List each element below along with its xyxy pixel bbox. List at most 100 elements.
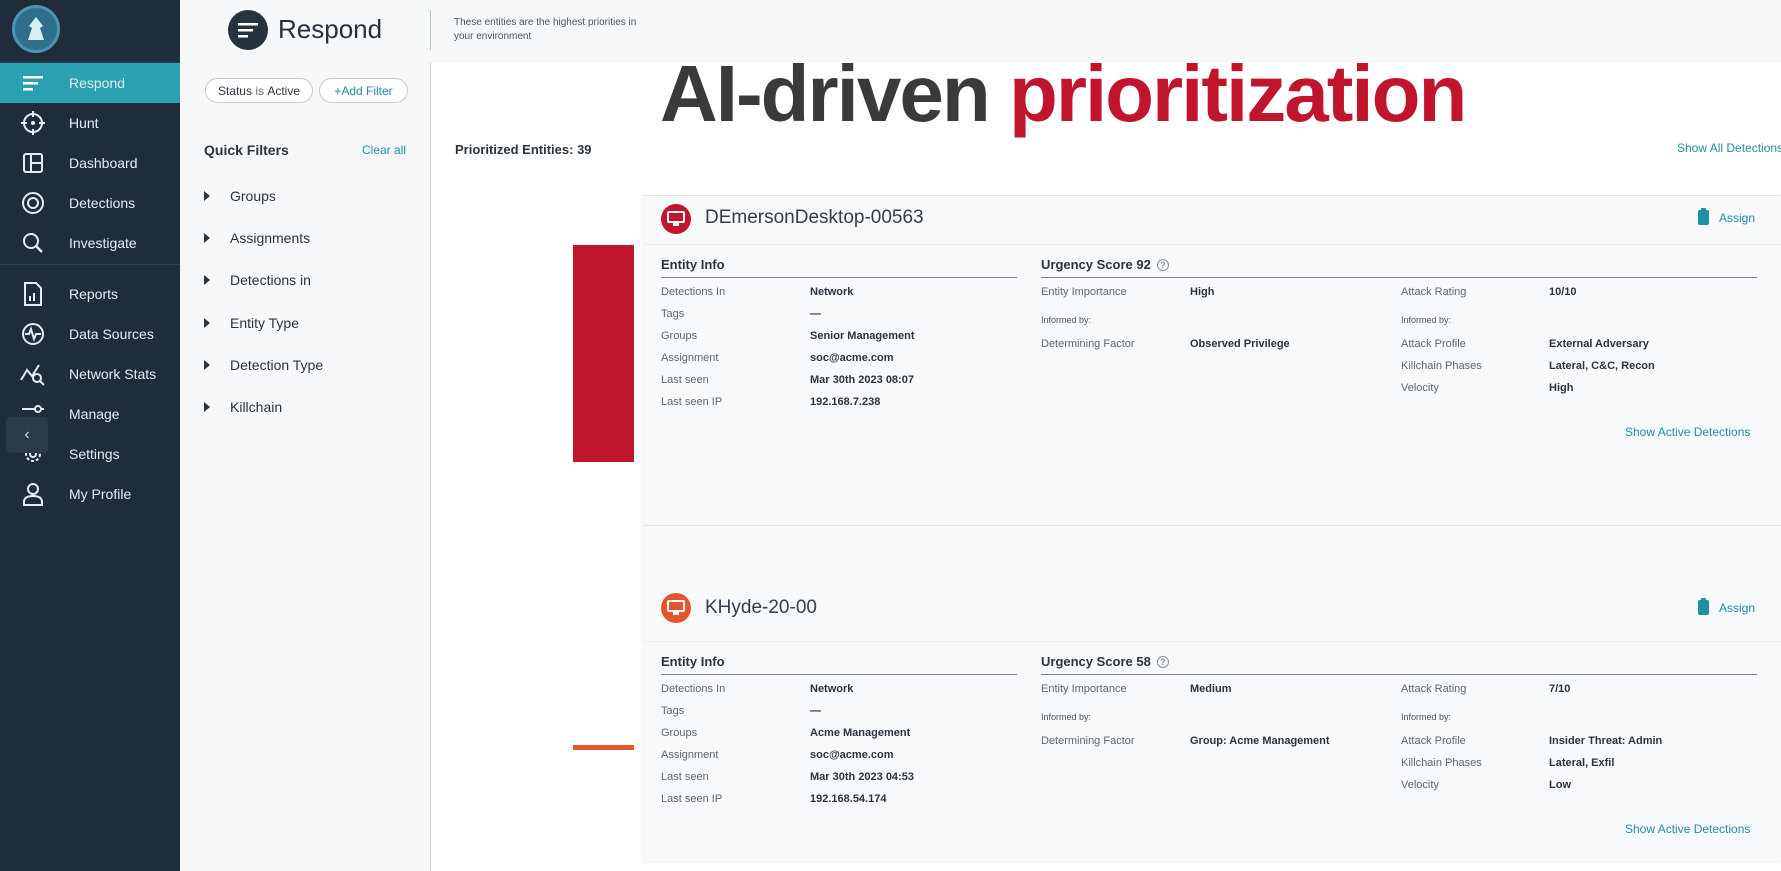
page-title: Respond [278,14,383,44]
show-active-detections-link[interactable]: Show Active Detections [1625,822,1750,836]
clear-all-link[interactable]: Clear all [362,143,406,157]
info-key: Tags [661,308,685,320]
info-value: 192.168.54.174 [810,793,887,805]
urgency-score-title: Urgency Score 92? [1041,257,1169,272]
informed-by-label: Informed by: [1401,712,1452,722]
caret-right-icon [204,360,210,370]
collapse-sidebar-button[interactable]: ‹ [6,417,48,453]
filters-panel: Status is Active +Add Filter Quick Filte… [180,62,430,871]
sidebar-item-my-profile[interactable]: My Profile [0,474,180,514]
assign-button[interactable]: Assign [1697,598,1755,615]
section-divider [1041,277,1757,278]
informed-by-label: Informed by: [1041,315,1092,325]
attack-key: Velocity [1401,779,1439,791]
status-filter-pill[interactable]: Status is Active [205,78,313,103]
overlay-headline: AI-driven prioritization [660,48,1467,140]
quick-filters-title: Quick Filters [204,142,289,158]
desktop-icon [661,204,691,234]
quick-filter-detection-type[interactable]: Detection Type [204,357,323,373]
help-icon[interactable]: ? [1156,259,1169,271]
entity-name[interactable]: DEmersonDesktop-00563 [705,207,924,229]
info-key: Groups [661,727,698,739]
info-value: 192.168.7.238 [810,396,881,408]
crosshair-icon [20,110,46,136]
sidebar-item-dashboard[interactable]: Dashboard [0,143,180,183]
sidebar-item-label: Manage [69,406,120,422]
quick-filter-groups[interactable]: Groups [204,188,276,204]
caret-right-icon [204,275,210,285]
info-value: Network [810,286,854,298]
main-content: Prioritized Entities: 39 Show All Detect… [431,62,1781,871]
respond-icon [228,10,268,50]
sidebar-item-label: Network Stats [69,366,157,382]
urgency-score-label: Urgency Score 58 [1041,654,1151,669]
filter-value: Active [267,83,301,98]
info-key: Last seen IP [661,793,723,805]
attack-value: Lateral, C&C, Recon [1549,360,1655,372]
attack-value: Low [1549,779,1571,791]
quick-filter-detections-in[interactable]: Detections in [204,272,311,288]
attack-value: External Adversary [1549,338,1649,350]
urgency-bar-medium [573,745,634,750]
entity-name[interactable]: KHyde-20-00 [705,597,817,619]
info-value: — [810,308,821,320]
info-value: Mar 30th 2023 04:53 [810,771,914,783]
caret-right-icon [204,191,210,201]
sidebar-item-label: Respond [69,75,126,91]
entity-card[interactable]: KHyde-20-00 Assign Entity Info Urgency S… [643,525,1781,861]
section-divider [661,277,1017,278]
header-divider [430,10,431,50]
sidebar-item-detections[interactable]: Detections [0,183,180,223]
sidebar-item-hunt[interactable]: Hunt [0,103,180,143]
entity-card[interactable]: DEmersonDesktop-00563 Assign Entity Info… [643,195,1781,525]
quick-filter-label: Entity Type [230,315,300,331]
attack-key: Killchain Phases [1401,360,1482,372]
quick-filter-entity-type[interactable]: Entity Type [204,315,299,331]
sidebar-item-data-sources[interactable]: Data Sources [0,314,180,354]
quick-filter-killchain[interactable]: Killchain [204,399,282,415]
informed-by-label: Informed by: [1041,712,1092,722]
info-key: Assignment [661,352,719,364]
info-value: soc@acme.com [810,352,894,364]
assign-label: Assign [1718,600,1755,615]
entity-importance-key: Entity Importance [1041,683,1127,695]
assign-label: Assign [1718,210,1755,225]
info-value: Acme Management [810,727,911,739]
entity-importance-key: Entity Importance [1041,286,1127,298]
sidebar-item-respond[interactable]: Respond [0,63,180,103]
app-logo[interactable] [12,5,60,53]
info-key: Last seen IP [661,396,723,408]
quick-filter-assignments[interactable]: Assignments [204,230,310,246]
sidebar-item-reports[interactable]: Reports [0,274,180,314]
entity-info-title: Entity Info [661,257,725,272]
entity-details: Entity Info Urgency Score 58? Detections… [643,641,1781,861]
add-filter-button[interactable]: +Add Filter [319,78,408,103]
sidebar-item-network-stats[interactable]: Network Stats [0,354,180,394]
sidebar-item-label: Investigate [69,235,137,251]
show-all-detections-link[interactable]: Show All Detections [1677,141,1781,155]
attack-key: Attack Profile [1401,735,1466,747]
urgency-score-title: Urgency Score 58? [1041,654,1169,669]
quick-filter-label: Detections in [230,272,311,288]
filter-operator: is [255,83,264,98]
headline-word-1: AI-driven [660,49,991,138]
clipboard-icon [1697,208,1709,225]
sidebar-item-investigate[interactable]: Investigate [0,223,180,263]
show-active-detections-link[interactable]: Show Active Detections [1625,425,1750,439]
section-divider [1041,674,1757,675]
urgency-score-label: Urgency Score 92 [1041,257,1151,272]
sidebar: Respond Hunt Dashboard Detections Invest… [0,0,180,871]
sidebar-item-label: Hunt [69,115,99,131]
help-icon[interactable]: ? [1156,656,1169,668]
sidebar-item-label: Settings [69,446,120,462]
entity-info-title: Entity Info [661,654,725,669]
report-icon [20,281,46,307]
quick-filter-label: Detection Type [230,357,324,373]
attack-value: Insider Threat: Admin [1549,735,1663,747]
info-value: Network [810,683,854,695]
section-divider [661,674,1017,675]
assign-button[interactable]: Assign [1697,208,1755,225]
prioritized-entities-count: Prioritized Entities: 39 [455,142,592,157]
sidebar-divider [0,264,180,265]
pulse-icon [20,321,46,347]
